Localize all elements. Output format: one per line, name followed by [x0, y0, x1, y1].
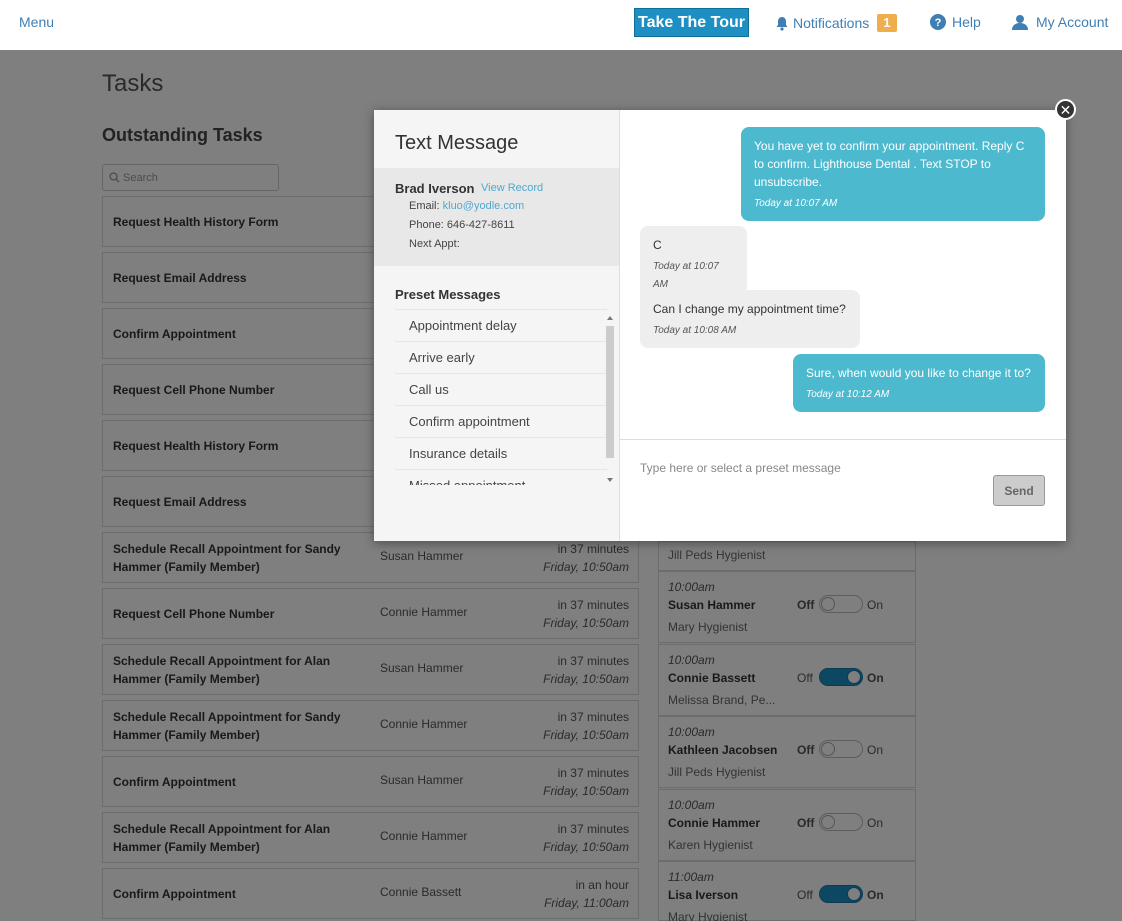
text-message-modal: Text Message Brad Iverson View Record Em…	[374, 110, 1066, 541]
help-label: Help	[952, 14, 981, 30]
preset-message-item[interactable]: Confirm appointment	[395, 405, 607, 437]
modal-sidebar: Text Message Brad Iverson View Record Em…	[374, 110, 619, 541]
compose-divider	[620, 439, 1066, 440]
email-label: Email:	[409, 200, 440, 212]
bell-icon	[776, 16, 788, 31]
outgoing-message: You have yet to confirm your appointment…	[741, 127, 1045, 221]
outgoing-message: Sure, when would you like to change it t…	[793, 354, 1045, 412]
my-account-link[interactable]: My Account	[1012, 14, 1108, 30]
svg-text:?: ?	[935, 17, 942, 29]
message-timestamp: Today at 10:07 AM	[653, 261, 719, 290]
contact-next-appt: Next Appt:	[409, 238, 460, 250]
contact-card: Brad Iverson View Record Email: kluo@yod…	[374, 168, 619, 266]
preset-message-item[interactable]: Appointment delay	[395, 309, 607, 341]
preset-scrollbar[interactable]	[606, 314, 616, 484]
incoming-message: Can I change my appointment time? Today a…	[640, 290, 860, 348]
contact-phone: Phone: 646-427-8611	[409, 219, 515, 231]
top-bar: Menu Take The Tour Notifications 1 ? Hel…	[0, 0, 1122, 50]
conversation-pane: You have yet to confirm your appointment…	[620, 110, 1066, 541]
preset-messages-title: Preset Messages	[395, 287, 501, 302]
preset-message-item[interactable]: Arrive early	[395, 341, 607, 373]
scrollbar-thumb[interactable]	[606, 326, 614, 458]
scroll-up-icon[interactable]	[607, 316, 613, 320]
scroll-down-icon[interactable]	[607, 478, 613, 482]
view-record-link[interactable]: View Record	[481, 182, 543, 194]
message-timestamp: Today at 10:07 AM	[754, 198, 838, 209]
message-text: You have yet to confirm your appointment…	[754, 139, 1025, 189]
menu-link[interactable]: Menu	[19, 14, 54, 30]
modal-title: Text Message	[395, 132, 519, 154]
take-the-tour-button[interactable]: Take The Tour	[634, 8, 749, 37]
preset-message-list: Appointment delay Arrive early Call us Conf…	[395, 309, 607, 485]
contact-name: Brad Iverson	[395, 181, 475, 196]
preset-message-item[interactable]: Missed appointment	[395, 469, 607, 485]
message-text: Sure, when would you like to change it t…	[806, 366, 1031, 380]
user-icon	[1012, 15, 1028, 30]
help-icon: ?	[930, 14, 946, 30]
preset-message-item[interactable]: Insurance details	[395, 437, 607, 469]
notifications-link[interactable]: Notifications 1	[775, 14, 897, 32]
contact-email: Email: kluo@yodle.com	[409, 200, 524, 212]
notifications-label: Notifications	[793, 15, 870, 31]
compose-input[interactable]: Type here or select a preset message	[640, 461, 841, 475]
message-timestamp: Today at 10:08 AM	[653, 325, 737, 336]
send-button[interactable]: Send	[993, 475, 1045, 506]
my-account-label: My Account	[1036, 14, 1109, 30]
message-text: C	[653, 238, 662, 252]
email-link[interactable]: kluo@yodle.com	[443, 200, 524, 212]
message-timestamp: Today at 10:12 AM	[806, 389, 890, 400]
notification-count-badge: 1	[877, 14, 897, 32]
close-icon[interactable]: ✕	[1055, 99, 1076, 120]
help-link[interactable]: ? Help	[930, 14, 981, 30]
preset-message-item[interactable]: Call us	[395, 373, 607, 405]
message-text: Can I change my appointment time?	[653, 302, 846, 316]
